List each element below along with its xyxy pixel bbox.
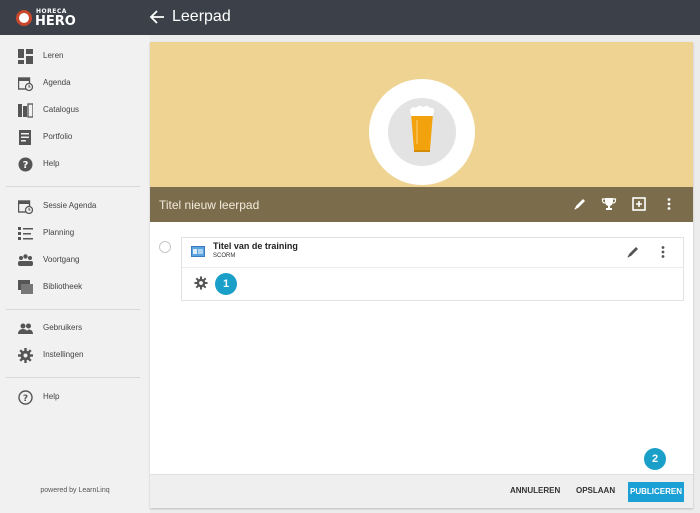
sidebar: Leren Agenda Catalogus Portfolio ? Help …	[0, 35, 150, 513]
sidebar-item-label: Instellingen	[43, 350, 84, 359]
sidebar-item-label: Agenda	[43, 78, 71, 87]
cover-image[interactable]	[369, 79, 475, 185]
library-icon	[18, 280, 33, 295]
step-badge-2: 2	[644, 448, 666, 470]
page-title: Leerpad	[172, 8, 231, 25]
horeca-hero-logo[interactable]: HORECA HERO	[16, 7, 76, 29]
sidebar-divider	[6, 309, 140, 310]
sidebar-item-label: Planning	[43, 228, 75, 237]
calendar-clock-icon	[17, 76, 34, 92]
help-icon: ?	[18, 157, 33, 172]
svg-text:?: ?	[23, 394, 28, 404]
training-radio[interactable]	[159, 241, 171, 253]
settings-gear-icon[interactable]	[194, 276, 210, 292]
sidebar-item-planning[interactable]: Planning	[0, 223, 150, 245]
learning-path-title[interactable]: Titel nieuw leerpad	[159, 198, 259, 212]
gear-icon	[18, 348, 33, 363]
sidebar-item-leren[interactable]: Leren	[0, 46, 150, 68]
publish-button[interactable]: PUBLICEREN	[628, 482, 684, 502]
back-arrow-icon[interactable]	[148, 8, 166, 26]
books-icon	[18, 103, 34, 118]
more-vert-icon[interactable]	[661, 196, 677, 212]
sidebar-item-label: Portfolio	[43, 132, 73, 141]
training-type: SCORM	[213, 253, 236, 259]
sidebar-item-label: Bibliotheek	[43, 282, 83, 291]
group-icon	[18, 253, 33, 268]
grid-icon	[18, 49, 33, 64]
sidebar-item-instellingen[interactable]: Instellingen	[0, 345, 150, 367]
portfolio-icon	[18, 130, 33, 145]
sidebar-item-gebruikers[interactable]: Gebruikers	[0, 318, 150, 340]
training-title: Titel van de training	[213, 241, 298, 251]
scorm-icon	[191, 246, 205, 257]
beer-glass-icon	[388, 98, 456, 166]
trophy-icon[interactable]	[601, 196, 617, 212]
banner	[150, 42, 693, 187]
sidebar-item-help-bottom[interactable]: ? Help	[0, 387, 150, 409]
sidebar-item-label: Gebruikers	[43, 323, 83, 332]
training-more-icon[interactable]	[655, 244, 671, 260]
learning-path-card: Titel nieuw leerpad Titel van de trainin…	[150, 42, 693, 508]
cancel-button[interactable]: ANNULEREN	[510, 486, 560, 495]
sidebar-item-catalogus[interactable]: Catalogus	[0, 100, 150, 122]
svg-text:?: ?	[23, 160, 29, 171]
training-item[interactable]: Titel van de training SCORM 1	[181, 237, 684, 301]
step-badge-1: 1	[215, 273, 237, 295]
action-footer: ANNULEREN OPSLAAN PUBLICEREN	[150, 474, 693, 508]
top-bar: HORECA HERO Leerpad	[0, 0, 700, 35]
sidebar-item-label: Sessie Agenda	[43, 201, 97, 210]
edit-training-icon[interactable]	[625, 244, 641, 260]
sidebar-divider	[6, 186, 140, 187]
training-separator	[182, 267, 683, 268]
sidebar-item-agenda[interactable]: Agenda	[0, 73, 150, 95]
sidebar-item-portfolio[interactable]: Portfolio	[0, 127, 150, 149]
sidebar-item-help[interactable]: ? Help	[0, 154, 150, 176]
edit-pencil-icon[interactable]	[572, 196, 588, 212]
powered-by-text: powered by LearnLinq	[40, 487, 110, 494]
save-button[interactable]: OPSLAAN	[576, 486, 615, 495]
sidebar-divider	[6, 377, 140, 378]
add-box-icon[interactable]	[631, 196, 647, 212]
sidebar-item-bibliotheek[interactable]: Bibliotheek	[0, 277, 150, 299]
users-icon	[18, 321, 33, 336]
learning-path-title-bar: Titel nieuw leerpad	[150, 187, 693, 222]
help-circle-icon: ?	[18, 390, 33, 405]
sidebar-item-label: Leren	[43, 51, 64, 60]
sidebar-item-label: Catalogus	[43, 105, 80, 114]
calendar-clock-icon	[17, 199, 34, 215]
sidebar-item-label: Help	[43, 159, 60, 168]
sidebar-item-label: Help	[43, 392, 60, 401]
logo-ring-icon	[16, 10, 32, 26]
sidebar-item-voortgang[interactable]: Voortgang	[0, 250, 150, 272]
sidebar-item-sessie-agenda[interactable]: Sessie Agenda	[0, 196, 150, 218]
sidebar-item-label: Voortgang	[43, 255, 80, 264]
planning-icon	[18, 226, 33, 241]
